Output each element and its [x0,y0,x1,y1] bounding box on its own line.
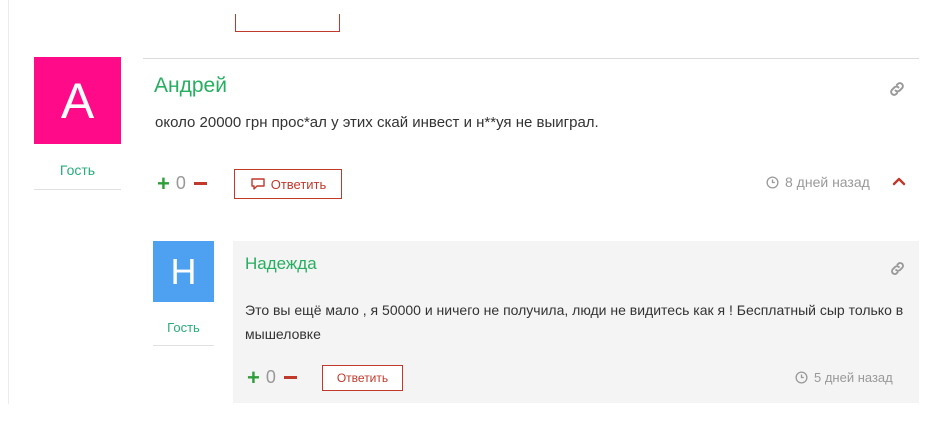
minus-icon[interactable] [193,182,207,185]
comment-time: 5 дней назад [795,370,893,385]
speech-bubble-icon [251,178,265,190]
author-name: Надежда [245,254,317,273]
clock-icon [766,175,779,189]
reply-button[interactable]: Ответить [234,169,342,199]
link-icon[interactable] [889,260,906,277]
author-role: Гость [167,320,200,335]
reply-button-label: Ответить [336,371,389,385]
minus-icon[interactable] [283,376,297,379]
avatar: H [153,241,214,302]
vote-count: 0 [265,367,276,387]
comment-separator [143,58,919,59]
previous-reply-button[interactable] [235,14,340,32]
reply-button-label: Ответить [270,176,327,192]
time-label: 5 дней назад [814,370,893,385]
vote-count: 0 [175,173,186,193]
role-underline [153,345,214,346]
left-border-line [8,0,9,404]
plus-icon[interactable]: + [157,172,170,194]
vote-controls: + 0 [247,366,297,388]
chevron-up-icon[interactable] [891,175,907,187]
plus-icon[interactable]: + [247,366,260,388]
author-name: Андрей [154,74,227,97]
reply-button[interactable]: Ответить [322,365,403,391]
comment-text: около 20000 грн прос*ал у этих скай инве… [155,114,599,131]
avatar: A [34,57,121,144]
comment-text: Это вы ещё мало , я 50000 и ничего не по… [245,302,904,342]
vote-controls: + 0 [157,172,207,194]
comment-time: 8 дней назад [766,174,870,190]
author-role: Гость [59,162,96,178]
clock-icon [795,371,808,384]
link-icon[interactable] [888,80,906,98]
role-underline [34,189,121,190]
time-label: 8 дней назад [785,174,870,190]
